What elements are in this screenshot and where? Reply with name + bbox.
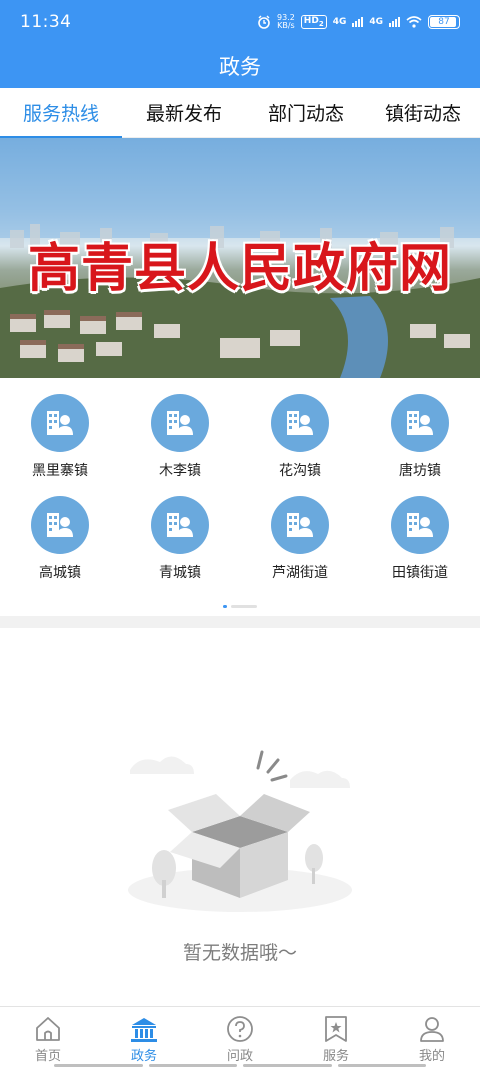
home-icon <box>36 1017 60 1041</box>
signal-1-icon <box>352 17 364 27</box>
town-label: 高城镇 <box>39 565 81 581</box>
section-divider <box>0 616 480 628</box>
wifi-icon <box>406 16 422 28</box>
nav-mine[interactable]: 我的 <box>384 1007 480 1070</box>
signal-2-label: 4G <box>369 17 383 27</box>
question-icon <box>227 1016 253 1042</box>
empty-box-icon <box>128 750 352 912</box>
nav-government[interactable]: 政务 <box>96 1007 192 1070</box>
battery-icon: 87 <box>428 15 460 29</box>
alarm-icon <box>258 15 270 29</box>
page: 11:34 93.2 KB/s HD2 4G 4G 87 政务 服务热线 最新发… <box>0 0 480 1070</box>
town-item[interactable]: 花沟镇 <box>240 394 360 496</box>
nav-service[interactable]: 服务 <box>288 1007 384 1070</box>
person-card-icon <box>271 496 329 554</box>
status-time: 11:34 <box>20 12 72 32</box>
town-label: 黑里寨镇 <box>32 463 88 479</box>
town-grid: 黑里寨镇 木李镇 花沟镇 唐坊镇 高城镇 青城镇 芦湖街道 田镇街道 <box>0 378 480 618</box>
status-icons: 93.2 KB/s HD2 4G 4G 87 <box>257 14 460 30</box>
page-title: 政务 <box>219 55 261 79</box>
town-item[interactable]: 青城镇 <box>120 496 240 598</box>
nav-inquiry[interactable]: 问政 <box>192 1007 288 1070</box>
page-indicator <box>0 605 480 608</box>
government-building-icon <box>131 1018 157 1042</box>
town-item[interactable]: 黑里寨镇 <box>0 394 120 496</box>
person-card-icon <box>151 496 209 554</box>
page-title-bar: 政务 <box>0 44 480 88</box>
page-dot-active <box>223 605 227 608</box>
tab-town-news[interactable]: 镇街动态 <box>366 88 480 138</box>
page-dot <box>231 605 257 608</box>
town-label: 花沟镇 <box>279 463 321 479</box>
tab-bar: 服务热线 最新发布 部门动态 镇街动态 <box>0 88 480 138</box>
person-card-icon <box>31 394 89 452</box>
gesture-bar <box>54 1064 426 1068</box>
town-item[interactable]: 田镇街道 <box>360 496 480 598</box>
banner-image[interactable]: 高青县人民政府网 <box>0 138 480 378</box>
tab-latest-release[interactable]: 最新发布 <box>122 88 246 138</box>
person-card-icon <box>391 496 449 554</box>
signal-2-icon <box>389 17 400 27</box>
user-icon <box>420 1017 444 1042</box>
town-item[interactable]: 唐坊镇 <box>360 394 480 496</box>
bottom-nav: 首页 政务 问政 服务 我的 <box>0 1006 480 1070</box>
town-item[interactable]: 木李镇 <box>120 394 240 496</box>
town-label: 芦湖街道 <box>272 565 328 581</box>
person-card-icon <box>151 394 209 452</box>
town-item[interactable]: 高城镇 <box>0 496 120 598</box>
town-label: 唐坊镇 <box>399 463 441 479</box>
tab-service-hotline[interactable]: 服务热线 <box>0 88 122 138</box>
person-card-icon <box>31 496 89 554</box>
empty-state-text: 暂无数据哦～ <box>182 942 297 964</box>
banner-title: 高青县人民政府网 <box>27 238 452 299</box>
tab-department-news[interactable]: 部门动态 <box>246 88 366 138</box>
signal-1-label: 4G <box>332 17 347 27</box>
town-label: 田镇街道 <box>392 565 448 581</box>
status-bar: 11:34 93.2 KB/s HD2 4G 4G 87 <box>0 0 480 44</box>
person-card-icon <box>391 394 449 452</box>
person-card-icon <box>271 394 329 452</box>
town-label: 木李镇 <box>159 463 201 479</box>
network-speed: 93.2 KB/s <box>276 13 295 30</box>
hd-badge: HD2 <box>300 15 327 29</box>
nav-home[interactable]: 首页 <box>0 1007 96 1070</box>
town-item[interactable]: 芦湖街道 <box>240 496 360 598</box>
town-label: 青城镇 <box>159 565 201 581</box>
bookmark-star-icon <box>325 1016 347 1042</box>
